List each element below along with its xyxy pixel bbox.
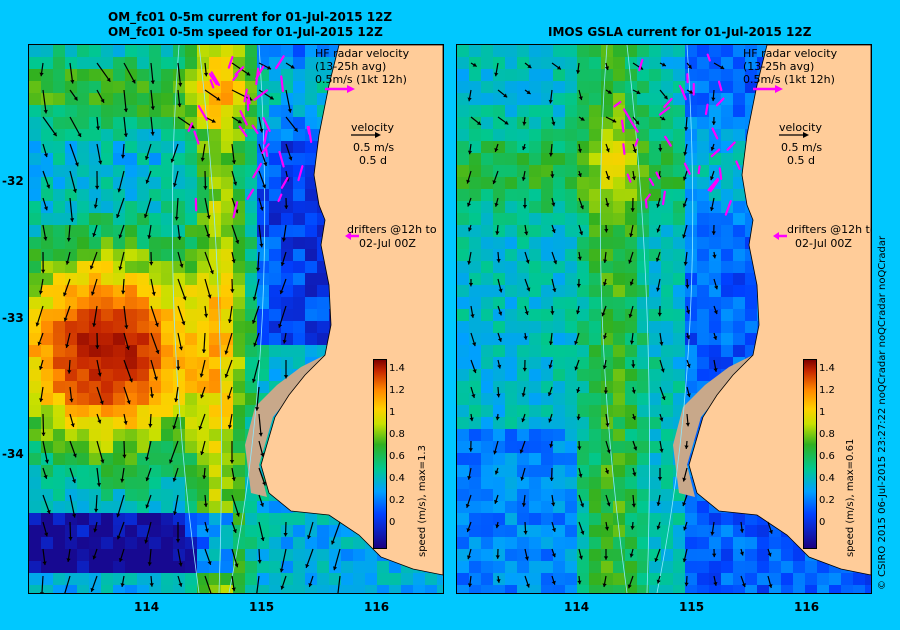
y-tick-left-33: -33 <box>2 311 24 325</box>
hf-radar-arrow-right <box>718 167 723 181</box>
right-map-panel: HF radar velocity (13-25h avg) 0.5m/s (1… <box>456 44 872 594</box>
velocity-legend-days-right: 0.5 d <box>787 154 815 167</box>
velocity-legend-speed-right: 0.5 m/s <box>781 141 823 154</box>
velocity-legend-speed: 0.5 m/s <box>353 141 395 154</box>
hf-radar-arrow-left <box>247 94 251 105</box>
colorbar-tick-label: 0.2 <box>819 495 835 506</box>
colorbar-tick-label: 1.2 <box>819 385 835 396</box>
colorbar-tick-label: 1.4 <box>819 363 835 374</box>
drifters-legend-line2: 02-Jul 00Z <box>359 237 416 250</box>
hf-radar-arrow-right <box>644 198 648 209</box>
colorbar-tick-label: 0.6 <box>389 451 405 462</box>
left-title-line2: OM_fc01 0-5m speed for 01-Jul-2015 12Z <box>108 25 383 39</box>
y-tick-left-32: -32 <box>2 174 24 188</box>
hf-radar-legend-line1-right: HF radar velocity <box>743 47 838 60</box>
x-tick-right-116: 116 <box>794 600 820 614</box>
velocity-legend-days: 0.5 d <box>359 154 387 167</box>
x-tick-right-115: 115 <box>679 600 705 614</box>
colorbar-tick-label: 1.2 <box>389 385 405 396</box>
colorbar-tick-label: 0.4 <box>389 473 405 484</box>
x-tick-left-115: 115 <box>249 600 275 614</box>
hf-radar-legend-line3-right: 0.5m/s (1kt 12h) <box>743 73 835 86</box>
hf-radar-legend-line2: (13-25h avg) <box>315 60 387 73</box>
drifters-legend-line1: drifters @12h to <box>347 223 437 236</box>
hf-radar-arrow-right <box>704 103 709 116</box>
colorbar-tick-label: 1 <box>819 407 826 418</box>
colorbar-tick-label: 0.2 <box>389 495 405 506</box>
colorbar-tick-label: 0.8 <box>819 429 835 440</box>
left-colorbar <box>373 359 387 549</box>
hf-radar-arrow-right <box>620 119 625 133</box>
hf-radar-arrow-left <box>265 148 269 157</box>
hf-radar-arrow-right <box>622 143 626 155</box>
colorbar-tick-label: 0 <box>819 517 826 528</box>
drifters-legend-line2-right: 02-Jul 00Z <box>795 237 852 250</box>
left-title-line1: OM_fc01 0-5m current for 01-Jul-2015 12Z <box>108 10 393 24</box>
hf-radar-legend-line3: 0.5m/s (1kt 12h) <box>315 73 407 86</box>
drifters-legend-line1-right: drifters @12h to <box>787 223 872 236</box>
left-map-panel: HF radar velocity (13-25h avg) 0.5m/s (1… <box>28 44 444 594</box>
right-colorbar-label: speed (m/s), max=0.61 <box>845 438 856 557</box>
colorbar-tick-label: 0 <box>389 517 396 528</box>
hf-radar-arrow-right <box>697 165 701 175</box>
x-tick-left-116: 116 <box>364 600 390 614</box>
colorbar-tick-label: 0.4 <box>819 473 835 484</box>
colorbar-tick-label: 1 <box>389 407 396 418</box>
velocity-legend-title: velocity <box>351 121 394 134</box>
copyright-note: © CSIRO 2015 06-Jul-2015 23:27:22 noQCra… <box>877 235 888 590</box>
right-colorbar <box>803 359 817 549</box>
x-tick-right-114: 114 <box>564 600 590 614</box>
velocity-legend-title-right: velocity <box>779 121 822 134</box>
right-title: IMOS GSLA current for 01-Jul-2015 12Z <box>548 25 812 39</box>
hf-radar-legend-line1: HF radar velocity <box>315 47 410 60</box>
y-tick-left-34: -34 <box>2 447 24 461</box>
hf-radar-legend-line2-right: (13-25h avg) <box>743 60 815 73</box>
x-tick-left-114: 114 <box>134 600 160 614</box>
colorbar-tick-label: 0.6 <box>819 451 835 462</box>
colorbar-tick-label: 0.8 <box>389 429 405 440</box>
colorbar-tick-label: 1.4 <box>389 363 405 374</box>
left-colorbar-label: speed (m/s), max=1.3 <box>417 445 428 557</box>
